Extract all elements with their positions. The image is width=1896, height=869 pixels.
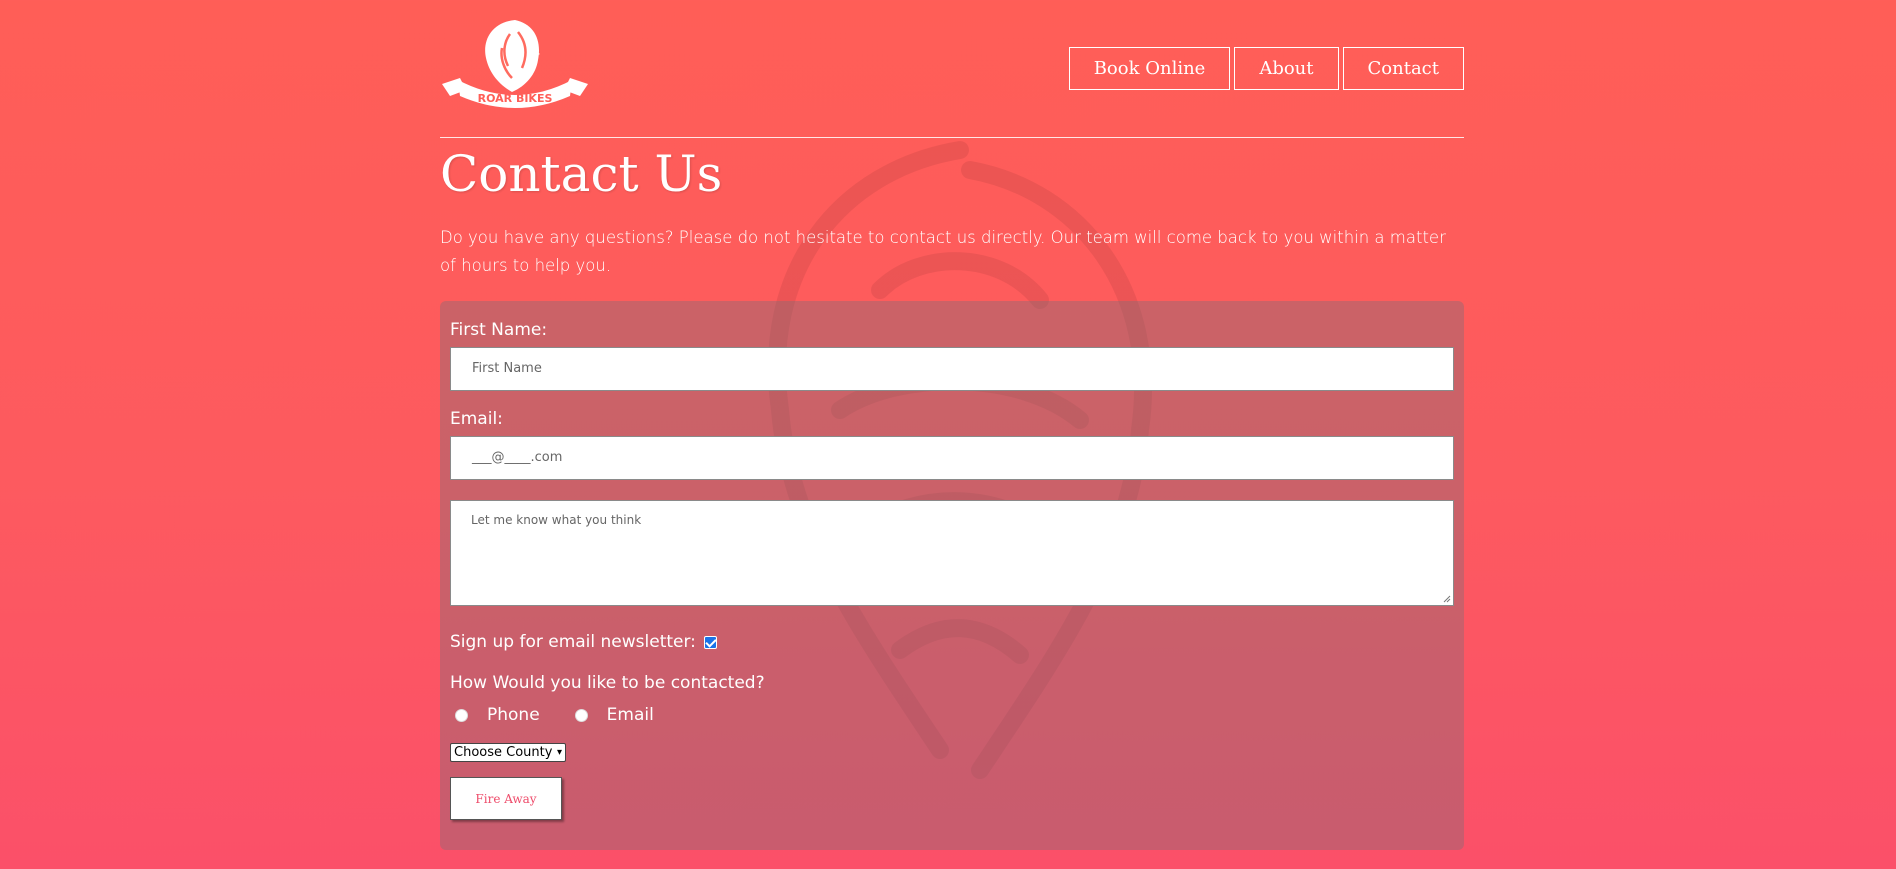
newsletter-checkbox[interactable]	[703, 635, 717, 649]
lion-head-icon	[485, 20, 540, 92]
chevron-down-icon: ▾	[556, 747, 562, 758]
contact-form: First Name: First Name Email: ___@____.c…	[440, 301, 1464, 850]
roar-bikes-logo[interactable]: ROAR BIKES	[440, 14, 590, 116]
radio-email-label: Email	[606, 705, 654, 725]
newsletter-label: Sign up for email newsletter:	[450, 632, 696, 652]
contact-method-options: Phone Email	[450, 704, 1454, 726]
intro-text: Do you have any questions? Please do not…	[440, 228, 1446, 275]
nav-book-online[interactable]: Book Online	[1068, 47, 1231, 90]
message-placeholder: Let me know what you think	[471, 513, 642, 527]
county-select[interactable]: Choose County ▾	[450, 743, 566, 762]
submit-button[interactable]: Fire Away	[450, 777, 562, 820]
resize-grip-icon[interactable]	[1443, 595, 1451, 603]
message-textarea[interactable]: Let me know what you think	[450, 500, 1454, 606]
site-header: ROAR BIKES Book Online About Contact	[440, 0, 1464, 138]
radio-email[interactable]	[574, 708, 588, 722]
nav-contact[interactable]: Contact	[1342, 47, 1464, 90]
radio-phone-label: Phone	[487, 705, 540, 725]
page-title: Contact Us	[440, 145, 723, 203]
county-select-value: Choose County	[454, 745, 553, 760]
nav-about[interactable]: About	[1234, 47, 1339, 90]
newsletter-row: Sign up for email newsletter:	[450, 630, 1454, 654]
email-label: Email:	[450, 409, 503, 429]
first-name-input[interactable]: First Name	[450, 347, 1454, 391]
radio-phone[interactable]	[455, 708, 468, 722]
main-nav: Book Online About Contact	[1068, 47, 1464, 90]
page-container: ROAR BIKES Book Online About Contact Con…	[440, 0, 1464, 850]
contact-method-question: How Would you like to be contacted?	[450, 673, 765, 693]
email-input[interactable]: ___@____.com	[450, 436, 1454, 480]
first-name-label: First Name:	[450, 320, 548, 340]
svg-text:ROAR BIKES: ROAR BIKES	[478, 92, 553, 105]
